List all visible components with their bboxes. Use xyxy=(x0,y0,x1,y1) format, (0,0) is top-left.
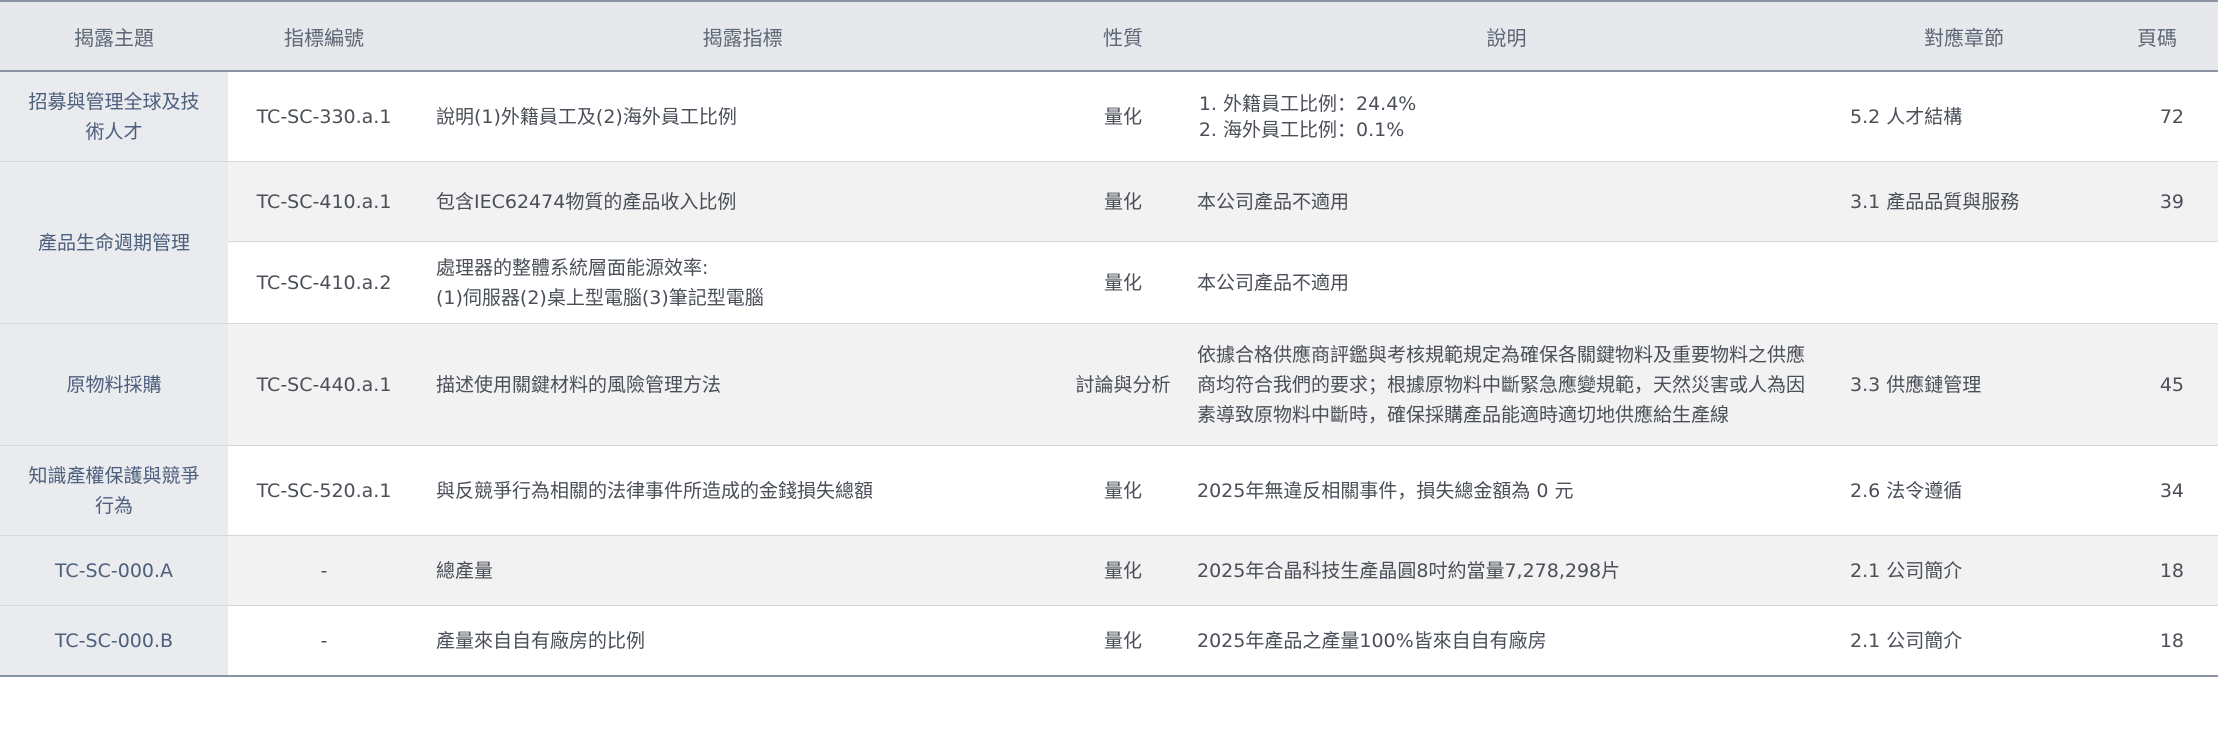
description-cell: 依據合格供應商評鑑與考核規範規定為確保各關鍵物料及重要物料之供應商均符合我們的要… xyxy=(1181,323,1832,446)
header-section: 對應章節 xyxy=(1832,0,2096,72)
code-cell: TC-SC-440.a.1 xyxy=(228,323,420,446)
indicator-cell: 處理器的整體系統層面能源效率: (1)伺服器(2)桌上型電腦(3)筆記型電腦 xyxy=(420,241,1065,324)
header-topic: 揭露主題 xyxy=(0,0,228,72)
table-row: TC-SC-410.a.2 處理器的整體系統層面能源效率: (1)伺服器(2)桌… xyxy=(0,241,2218,324)
page-cell: 34 xyxy=(2096,445,2218,536)
page-cell xyxy=(2096,241,2218,324)
description-cell: 本公司產品不適用 xyxy=(1181,241,1832,324)
code-cell: TC-SC-330.a.1 xyxy=(228,71,420,162)
page-cell: 45 xyxy=(2096,323,2218,446)
section-cell: 5.2 人才結構 xyxy=(1832,71,2096,162)
indicator-line: 處理器的整體系統層面能源效率: xyxy=(436,256,709,279)
indicator-cell: 包含IEC62474物質的產品收入比例 xyxy=(420,161,1065,242)
description-cell: 2025年合晶科技生產晶圓8吋約當量7,278,298片 xyxy=(1181,535,1832,606)
header-code: 指標編號 xyxy=(228,0,420,72)
topic-cell: 產品生命週期管理 xyxy=(0,161,228,324)
topic-cell: 知識產權保護與競爭行為 xyxy=(0,445,228,536)
topic-cell: TC-SC-000.B xyxy=(0,605,228,677)
description-item: 外籍員工比例：24.4% xyxy=(1223,91,1816,117)
section-cell: 2.1 公司簡介 xyxy=(1832,535,2096,606)
code-cell: TC-SC-520.a.1 xyxy=(228,445,420,536)
header-indicator: 揭露指標 xyxy=(420,0,1065,72)
nature-cell: 量化 xyxy=(1065,535,1181,606)
description-item: 海外員工比例：0.1% xyxy=(1223,117,1816,143)
nature-cell: 量化 xyxy=(1065,161,1181,242)
header-nature: 性質 xyxy=(1065,0,1181,72)
code-cell: - xyxy=(228,605,420,677)
table-header-row: 揭露主題 指標編號 揭露指標 性質 說明 對應章節 頁碼 xyxy=(0,0,2218,72)
table-row: TC-SC-000.B - 產量來自自有廠房的比例 量化 2025年產品之產量1… xyxy=(0,605,2218,677)
description-list: 外籍員工比例：24.4% 海外員工比例：0.1% xyxy=(1197,91,1816,143)
page-cell: 72 xyxy=(2096,71,2218,162)
indicator-cell: 描述使用關鍵材料的風險管理方法 xyxy=(420,323,1065,446)
page-cell: 39 xyxy=(2096,161,2218,242)
section-cell: 2.6 法令遵循 xyxy=(1832,445,2096,536)
description-cell: 2025年無違反相關事件，損失總金額為 0 元 xyxy=(1181,445,1832,536)
nature-cell: 量化 xyxy=(1065,71,1181,162)
code-cell: TC-SC-410.a.1 xyxy=(228,161,420,242)
nature-cell: 量化 xyxy=(1065,445,1181,536)
nature-cell: 討論與分析 xyxy=(1065,323,1181,446)
indicator-cell: 總產量 xyxy=(420,535,1065,606)
topic-cell: 原物料採購 xyxy=(0,323,228,446)
nature-cell: 量化 xyxy=(1065,605,1181,677)
topic-cell: 招募與管理全球及技術人才 xyxy=(0,71,228,162)
table-row: 知識產權保護與競爭行為 TC-SC-520.a.1 與反競爭行為相關的法律事件所… xyxy=(0,445,2218,536)
header-description: 說明 xyxy=(1181,0,1832,72)
table-row: 原物料採購 TC-SC-440.a.1 描述使用關鍵材料的風險管理方法 討論與分… xyxy=(0,323,2218,446)
table-row: 招募與管理全球及技術人才 TC-SC-330.a.1 說明(1)外籍員工及(2)… xyxy=(0,71,2218,162)
code-cell: TC-SC-410.a.2 xyxy=(228,241,420,324)
indicator-line: (1)伺服器(2)桌上型電腦(3)筆記型電腦 xyxy=(436,286,764,309)
table-row: 產品生命週期管理 TC-SC-410.a.1 包含IEC62474物質的產品收入… xyxy=(0,161,2218,324)
section-cell: 3.3 供應鏈管理 xyxy=(1832,323,2096,446)
section-cell: 3.1 產品品質與服務 xyxy=(1832,161,2096,242)
section-cell: 2.1 公司簡介 xyxy=(1832,605,2096,677)
topic-cell: TC-SC-000.A xyxy=(0,535,228,606)
description-cell: 2025年產品之產量100%皆來自自有廠房 xyxy=(1181,605,1832,677)
table-row: TC-SC-000.A - 總產量 量化 2025年合晶科技生產晶圓8吋約當量7… xyxy=(0,535,2218,606)
description-cell: 本公司產品不適用 xyxy=(1181,161,1832,242)
code-cell: - xyxy=(228,535,420,606)
section-cell xyxy=(1832,241,2096,324)
indicator-cell: 說明(1)外籍員工及(2)海外員工比例 xyxy=(420,71,1065,162)
page-cell: 18 xyxy=(2096,535,2218,606)
description-cell: 外籍員工比例：24.4% 海外員工比例：0.1% xyxy=(1181,71,1832,162)
indicator-cell: 與反競爭行為相關的法律事件所造成的金錢損失總額 xyxy=(420,445,1065,536)
page-cell: 18 xyxy=(2096,605,2218,677)
header-page: 頁碼 xyxy=(2096,0,2218,72)
sasb-disclosure-table: 揭露主題 指標編號 揭露指標 性質 說明 對應章節 頁碼 招募與管理全球及技術人… xyxy=(0,0,2218,677)
indicator-cell: 產量來自自有廠房的比例 xyxy=(420,605,1065,677)
nature-cell: 量化 xyxy=(1065,241,1181,324)
